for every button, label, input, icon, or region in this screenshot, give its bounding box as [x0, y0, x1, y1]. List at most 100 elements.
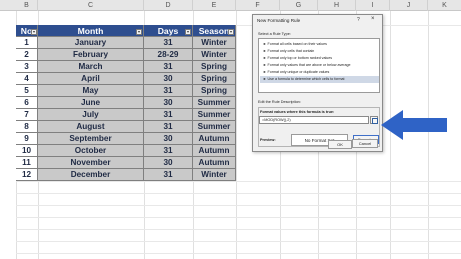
cell-month[interactable]: September [38, 133, 144, 145]
column-header-j[interactable]: J [390, 0, 428, 11]
ok-button[interactable]: OK [328, 140, 352, 149]
cancel-button[interactable]: Cancel [352, 139, 378, 148]
header-season[interactable]: Season [193, 25, 236, 37]
cell-days[interactable]: 31 [144, 109, 193, 121]
cell-days[interactable]: 30 [144, 157, 193, 169]
rule-type-item-selected[interactable]: ► Use a formula to determine which cells… [260, 76, 379, 83]
cell-season[interactable]: Summer [193, 109, 236, 121]
table-row: 2 February 28-29 Winter [16, 49, 236, 61]
row-header-strip [0, 11, 16, 259]
cell-no[interactable]: 1 [16, 37, 38, 49]
table-row: 10 October 31 Autumn [16, 145, 236, 157]
cell-season[interactable]: Summer [193, 121, 236, 133]
close-icon[interactable]: × [371, 16, 375, 22]
cell-season[interactable]: Spring [193, 73, 236, 85]
filter-dropdown-icon[interactable] [31, 29, 37, 35]
cell-no[interactable]: 12 [16, 169, 38, 181]
new-formatting-rule-dialog: New Formatting Rule ? × Select a Rule Ty… [252, 14, 383, 152]
rule-type-list[interactable]: ► Format all cells based on their values… [258, 38, 380, 93]
cell-days[interactable]: 31 [144, 121, 193, 133]
cell-season[interactable]: Autumn [193, 157, 236, 169]
cell-no[interactable]: 11 [16, 157, 38, 169]
column-header-c[interactable]: C [38, 0, 144, 11]
cell-month[interactable]: February [38, 49, 144, 61]
cell-month[interactable]: March [38, 61, 144, 73]
cell-season[interactable]: Winter [193, 37, 236, 49]
column-header-h[interactable]: H [318, 0, 356, 11]
column-header-d[interactable]: D [144, 0, 193, 11]
filter-dropdown-icon[interactable] [185, 29, 191, 35]
cell-season[interactable]: Spring [193, 85, 236, 97]
cell-days[interactable]: 30 [144, 97, 193, 109]
rule-type-item[interactable]: ► Format only unique or duplicate values [260, 69, 379, 76]
column-header-i[interactable]: I [356, 0, 390, 11]
cell-month[interactable]: January [38, 37, 144, 49]
cell-month[interactable]: May [38, 85, 144, 97]
cell-season[interactable]: Winter [193, 49, 236, 61]
gridline [16, 205, 461, 206]
cell-days[interactable]: 31 [144, 169, 193, 181]
cell-season[interactable]: Autumn [193, 145, 236, 157]
rule-type-item[interactable]: ► Format only values that are above or b… [260, 62, 379, 69]
cell-month[interactable]: December [38, 169, 144, 181]
cell-days[interactable]: 31 [144, 145, 193, 157]
column-header-b[interactable]: B [16, 0, 38, 11]
table-row: 6 June 30 Summer [16, 97, 236, 109]
cell-no[interactable]: 5 [16, 85, 38, 97]
formula-label: Format values where this formula is true… [260, 110, 335, 114]
cell-days[interactable]: 31 [144, 61, 193, 73]
cell-days[interactable]: 31 [144, 37, 193, 49]
gridline [16, 241, 461, 242]
cell-no[interactable]: 8 [16, 121, 38, 133]
cell-no[interactable]: 4 [16, 73, 38, 85]
cell-season[interactable]: Summer [193, 97, 236, 109]
cell-no[interactable]: 10 [16, 145, 38, 157]
collapse-dialog-icon[interactable] [370, 116, 378, 124]
cell-month[interactable]: July [38, 109, 144, 121]
cell-season[interactable]: Winter [193, 169, 236, 181]
gridline [16, 229, 461, 230]
cell-days[interactable]: 31 [144, 85, 193, 97]
cell-month[interactable]: October [38, 145, 144, 157]
table-row: 8 August 31 Summer [16, 121, 236, 133]
cell-month[interactable]: August [38, 121, 144, 133]
column-header-k[interactable]: K [428, 0, 461, 11]
cell-no[interactable]: 9 [16, 133, 38, 145]
filter-dropdown-icon[interactable] [136, 29, 142, 35]
table-row: 12 December 31 Winter [16, 169, 236, 181]
cell-month[interactable]: April [38, 73, 144, 85]
column-header-g[interactable]: G [280, 0, 318, 11]
select-rule-type-label: Select a Rule Type: [258, 32, 291, 36]
cell-days[interactable]: 30 [144, 133, 193, 145]
column-header-bar: B C D E F G H I J K [0, 0, 461, 11]
dialog-title: New Formatting Rule [257, 18, 301, 23]
formula-input[interactable]: =MOD(ROW(),2) [259, 116, 369, 124]
rule-type-item[interactable]: ► Format only top or bottom ranked value… [260, 55, 379, 62]
cell-season[interactable]: Spring [193, 61, 236, 73]
cell-no[interactable]: 3 [16, 61, 38, 73]
gridline [16, 181, 461, 182]
header-month[interactable]: Month [38, 25, 144, 37]
cell-days[interactable]: 30 [144, 73, 193, 85]
header-days-label: Days [157, 26, 179, 36]
column-header-f[interactable]: F [236, 0, 280, 11]
cell-no[interactable]: 7 [16, 109, 38, 121]
header-no[interactable]: No [16, 25, 38, 37]
cell-no[interactable]: 6 [16, 97, 38, 109]
rule-type-item[interactable]: ► Format all cells based on their values [260, 41, 379, 48]
cell-month[interactable]: November [38, 157, 144, 169]
gridline [16, 217, 461, 218]
cell-no[interactable]: 2 [16, 49, 38, 61]
filter-dropdown-icon[interactable] [228, 29, 234, 35]
help-icon[interactable]: ? [357, 17, 360, 23]
cell-days[interactable]: 28-29 [144, 49, 193, 61]
header-days[interactable]: Days [144, 25, 193, 37]
cell-season[interactable]: Autumn [193, 133, 236, 145]
pointer-arrow-icon [381, 110, 447, 140]
column-header-e[interactable]: E [193, 0, 236, 11]
cell-month[interactable]: June [38, 97, 144, 109]
gridline [16, 253, 461, 254]
table-row: 5 May 31 Spring [16, 85, 236, 97]
table-row: 9 September 30 Autumn [16, 133, 236, 145]
rule-type-item[interactable]: ► Format only cells that contain [260, 48, 379, 55]
